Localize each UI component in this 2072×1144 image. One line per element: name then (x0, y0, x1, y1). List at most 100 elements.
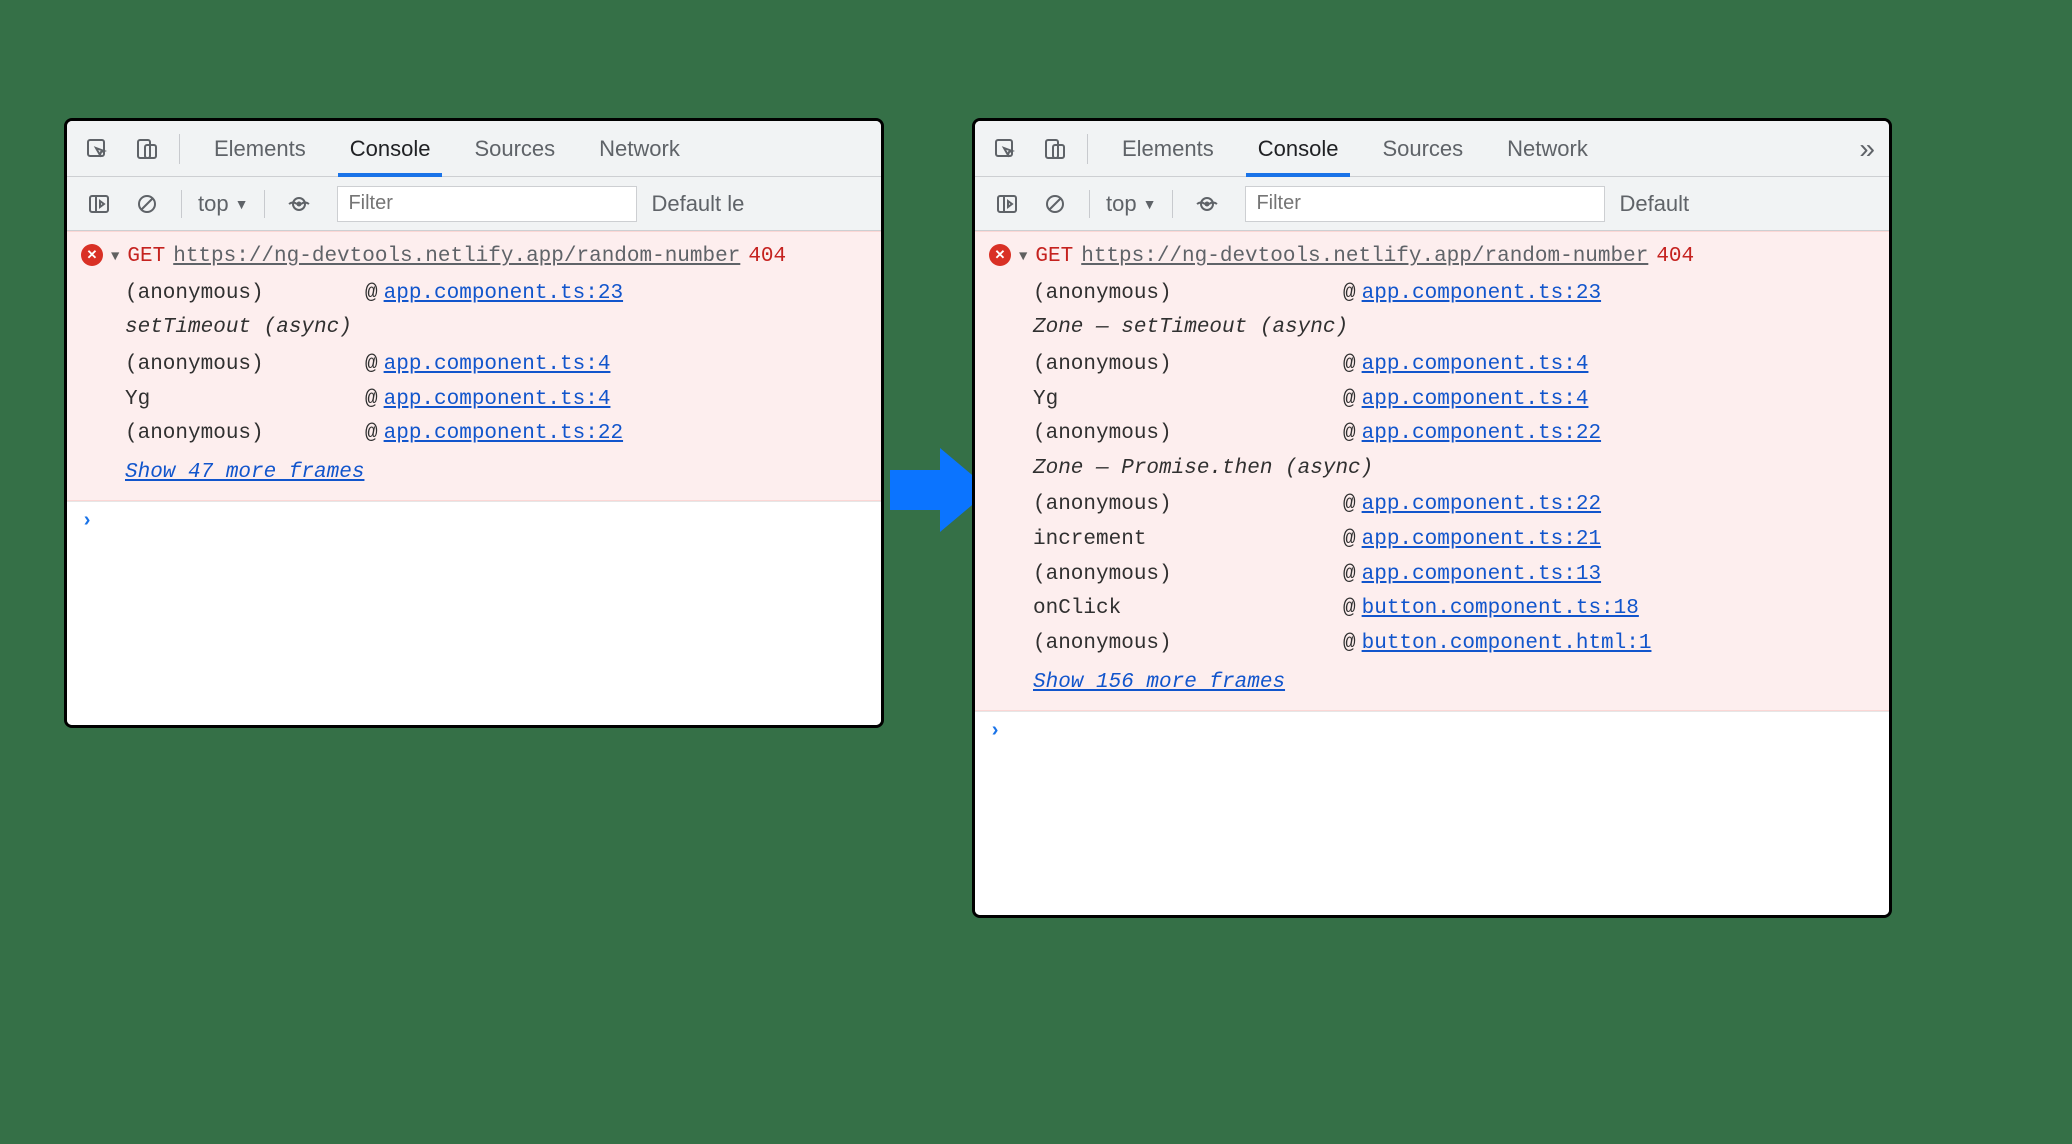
at-symbol: @ (365, 417, 378, 452)
separator (1172, 190, 1173, 218)
stack-group: (anonymous) @ app.component.ts:4 Yg @ ap… (125, 348, 867, 452)
stack-frame: (anonymous) @ app.component.ts:4 (1033, 348, 1875, 383)
tab-elements[interactable]: Elements (192, 121, 328, 176)
tab-console[interactable]: Console (1236, 121, 1361, 176)
frame-function: Yg (125, 383, 365, 418)
console-sidebar-toggle-icon[interactable] (81, 186, 117, 222)
frame-location-link[interactable]: app.component.ts:23 (1362, 277, 1601, 312)
tab-network[interactable]: Network (1485, 121, 1610, 176)
console-sidebar-toggle-icon[interactable] (989, 186, 1025, 222)
request-url[interactable]: https://ng-devtools.netlify.app/random-n… (1081, 240, 1648, 275)
clear-console-icon[interactable] (1037, 186, 1073, 222)
at-symbol: @ (1343, 592, 1356, 627)
stack-frame: onClick @ button.component.ts:18 (1033, 592, 1875, 627)
frame-location-link[interactable]: app.component.ts:21 (1362, 523, 1601, 558)
at-symbol: @ (365, 348, 378, 383)
tab-sources[interactable]: Sources (452, 121, 577, 176)
stack-frame: (anonymous) @ app.component.ts:23 (1033, 277, 1875, 312)
log-levels-selector[interactable]: Default (1619, 191, 1689, 217)
frame-location-link[interactable]: app.component.ts:22 (384, 417, 623, 452)
console-error-entry: ▼ GET https://ng-devtools.netlify.app/ra… (975, 231, 1889, 711)
tab-console[interactable]: Console (328, 121, 453, 176)
separator (181, 190, 182, 218)
prompt-chevron-icon: › (81, 505, 93, 538)
stack-group: (anonymous) @ app.component.ts:4 Yg @ ap… (1033, 348, 1875, 452)
error-icon (81, 244, 103, 266)
disclosure-triangle-icon[interactable]: ▼ (1019, 246, 1027, 269)
at-symbol: @ (1343, 383, 1356, 418)
frame-function: (anonymous) (1033, 277, 1343, 312)
inspect-element-icon[interactable] (985, 129, 1025, 169)
request-url[interactable]: https://ng-devtools.netlify.app/random-n… (173, 240, 740, 275)
show-more-frames-link[interactable]: Show 156 more frames (1033, 666, 1875, 701)
frame-location-link[interactable]: button.component.html:1 (1362, 627, 1652, 662)
stack-frame: Yg @ app.component.ts:4 (1033, 383, 1875, 418)
async-label: Zone — setTimeout (async) (1033, 311, 1875, 346)
prompt-chevron-icon: › (989, 715, 1001, 748)
at-symbol: @ (1343, 277, 1356, 312)
stack-group: (anonymous) @ app.component.ts:23 (125, 277, 867, 312)
at-symbol: @ (365, 383, 378, 418)
tab-sources[interactable]: Sources (1360, 121, 1485, 176)
console-prompt[interactable]: › (975, 711, 1889, 751)
async-label: setTimeout (async) (125, 311, 867, 346)
devtools-tabbar: Elements Console Sources Network (67, 121, 881, 177)
console-prompt[interactable]: › (67, 501, 881, 541)
disclosure-triangle-icon[interactable]: ▼ (111, 246, 119, 269)
stack-frame: (anonymous) @ app.component.ts:22 (125, 417, 867, 452)
http-status: 404 (1656, 240, 1694, 275)
filter-input[interactable] (337, 186, 637, 222)
frame-location-link[interactable]: app.component.ts:4 (1362, 383, 1589, 418)
stack-frame: (anonymous) @ button.component.html:1 (1033, 627, 1875, 662)
frame-location-link[interactable]: app.component.ts:22 (1362, 417, 1601, 452)
at-symbol: @ (1343, 348, 1356, 383)
execution-context-selector[interactable]: top ▼ (1100, 191, 1162, 217)
chevron-down-icon: ▼ (1143, 196, 1157, 212)
more-tabs-icon[interactable]: » (1859, 133, 1875, 165)
console-filterbar: top ▼ Default (975, 177, 1889, 231)
frame-location-link[interactable]: app.component.ts:4 (384, 348, 611, 383)
context-label: top (1106, 191, 1137, 217)
at-symbol: @ (1343, 523, 1356, 558)
devtools-tabbar: Elements Console Sources Network » (975, 121, 1889, 177)
frame-function: (anonymous) (1033, 627, 1343, 662)
show-more-frames-link[interactable]: Show 47 more frames (125, 456, 867, 491)
frame-function: (anonymous) (125, 417, 365, 452)
log-levels-selector[interactable]: Default le (651, 191, 744, 217)
stack-frame: Yg @ app.component.ts:4 (125, 383, 867, 418)
frame-function: (anonymous) (125, 348, 365, 383)
at-symbol: @ (365, 277, 378, 312)
frame-location-link[interactable]: app.component.ts:22 (1362, 488, 1601, 523)
frame-location-link[interactable]: app.component.ts:23 (384, 277, 623, 312)
at-symbol: @ (1343, 558, 1356, 593)
chevron-down-icon: ▼ (235, 196, 249, 212)
device-toggle-icon[interactable] (127, 129, 167, 169)
live-expression-icon[interactable] (1189, 186, 1225, 222)
error-header: ▼ GET https://ng-devtools.netlify.app/ra… (81, 240, 867, 275)
stack-frame: (anonymous) @ app.component.ts:4 (125, 348, 867, 383)
console-output: ▼ GET https://ng-devtools.netlify.app/ra… (975, 231, 1889, 915)
frame-function: (anonymous) (1033, 417, 1343, 452)
http-method: GET (127, 240, 165, 275)
error-header: ▼ GET https://ng-devtools.netlify.app/ra… (989, 240, 1875, 275)
frame-location-link[interactable]: app.component.ts:4 (1362, 348, 1589, 383)
frame-location-link[interactable]: app.component.ts:13 (1362, 558, 1601, 593)
stack-group: (anonymous) @ app.component.ts:23 (1033, 277, 1875, 312)
device-toggle-icon[interactable] (1035, 129, 1075, 169)
frame-location-link[interactable]: app.component.ts:4 (384, 383, 611, 418)
execution-context-selector[interactable]: top ▼ (192, 191, 254, 217)
separator (264, 190, 265, 218)
tab-elements[interactable]: Elements (1100, 121, 1236, 176)
inspect-element-icon[interactable] (77, 129, 117, 169)
tab-network[interactable]: Network (577, 121, 702, 176)
console-filterbar: top ▼ Default le (67, 177, 881, 231)
stack-frame: (anonymous) @ app.component.ts:22 (1033, 488, 1875, 523)
live-expression-icon[interactable] (281, 186, 317, 222)
stack-group: (anonymous) @ app.component.ts:22 increm… (1033, 488, 1875, 661)
frame-location-link[interactable]: button.component.ts:18 (1362, 592, 1639, 627)
separator (179, 134, 180, 164)
clear-console-icon[interactable] (129, 186, 165, 222)
console-error-entry: ▼ GET https://ng-devtools.netlify.app/ra… (67, 231, 881, 501)
console-output: ▼ GET https://ng-devtools.netlify.app/ra… (67, 231, 881, 725)
filter-input[interactable] (1245, 186, 1605, 222)
